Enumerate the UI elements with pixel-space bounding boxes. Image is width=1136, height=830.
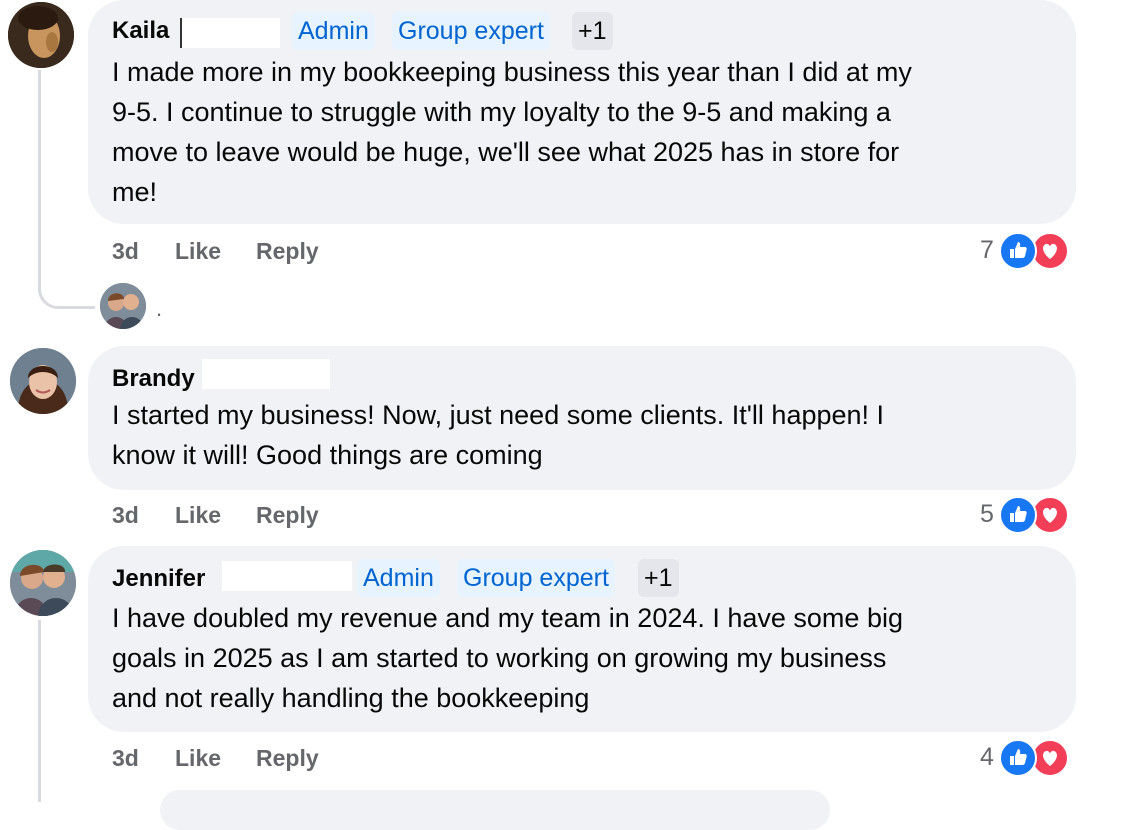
reaction-count[interactable]: 7 (980, 236, 994, 265)
more-badges-button[interactable]: +1 (638, 559, 679, 597)
comment-text-line: 9-5. I continue to struggle with my loya… (112, 97, 891, 127)
comment-text-line: goals in 2025 as I am started to working… (112, 643, 887, 673)
redaction (202, 359, 330, 389)
thread-line (38, 70, 41, 292)
comment-author[interactable]: Jennifer (112, 565, 205, 593)
comment-author[interactable]: Brandy (112, 365, 195, 393)
comment-text-line: I started my business! Now, just need so… (112, 400, 885, 430)
reply-button[interactable]: Reply (256, 238, 319, 265)
admin-badge[interactable]: Admin (357, 559, 440, 597)
comment-text-line: move to leave would be huge, we'll see w… (112, 137, 900, 167)
comment-author[interactable]: Kaila (112, 17, 169, 45)
reply-indicator: . (156, 296, 163, 321)
reaction-count[interactable]: 4 (980, 743, 994, 772)
redaction (180, 18, 280, 48)
comment-text-line: and not really handling the bookkeeping (112, 683, 590, 713)
timestamp[interactable]: 3d (112, 238, 139, 265)
avatar[interactable] (10, 348, 76, 414)
reply-button[interactable]: Reply (256, 745, 319, 772)
comment-text-line: I made more in my bookkeeping business t… (112, 57, 912, 87)
timestamp[interactable]: 3d (112, 745, 139, 772)
like-button[interactable]: Like (175, 238, 221, 265)
group-expert-badge[interactable]: Group expert (392, 12, 550, 50)
avatar[interactable] (8, 2, 74, 68)
comment-bubble-partial (160, 790, 830, 830)
like-button[interactable]: Like (175, 745, 221, 772)
like-button[interactable]: Like (175, 502, 221, 529)
comment-text-line: me! (112, 177, 158, 207)
admin-badge[interactable]: Admin (292, 12, 375, 50)
reply-avatar[interactable] (100, 283, 146, 329)
reaction-count[interactable]: 5 (980, 500, 994, 529)
like-reaction-icon[interactable] (999, 739, 1037, 777)
like-reaction-icon[interactable] (999, 496, 1037, 534)
reply-button[interactable]: Reply (256, 502, 319, 529)
thread-line (38, 620, 41, 802)
avatar[interactable] (10, 550, 76, 616)
comment-text-line: I have doubled my revenue and my team in… (112, 603, 903, 633)
thread-curve (38, 270, 95, 309)
like-reaction-icon[interactable] (999, 232, 1037, 270)
timestamp[interactable]: 3d (112, 502, 139, 529)
comment-text-line: know it will! Good things are coming (112, 440, 543, 470)
group-expert-badge[interactable]: Group expert (457, 559, 615, 597)
redaction (222, 561, 352, 591)
more-badges-button[interactable]: +1 (572, 12, 613, 50)
